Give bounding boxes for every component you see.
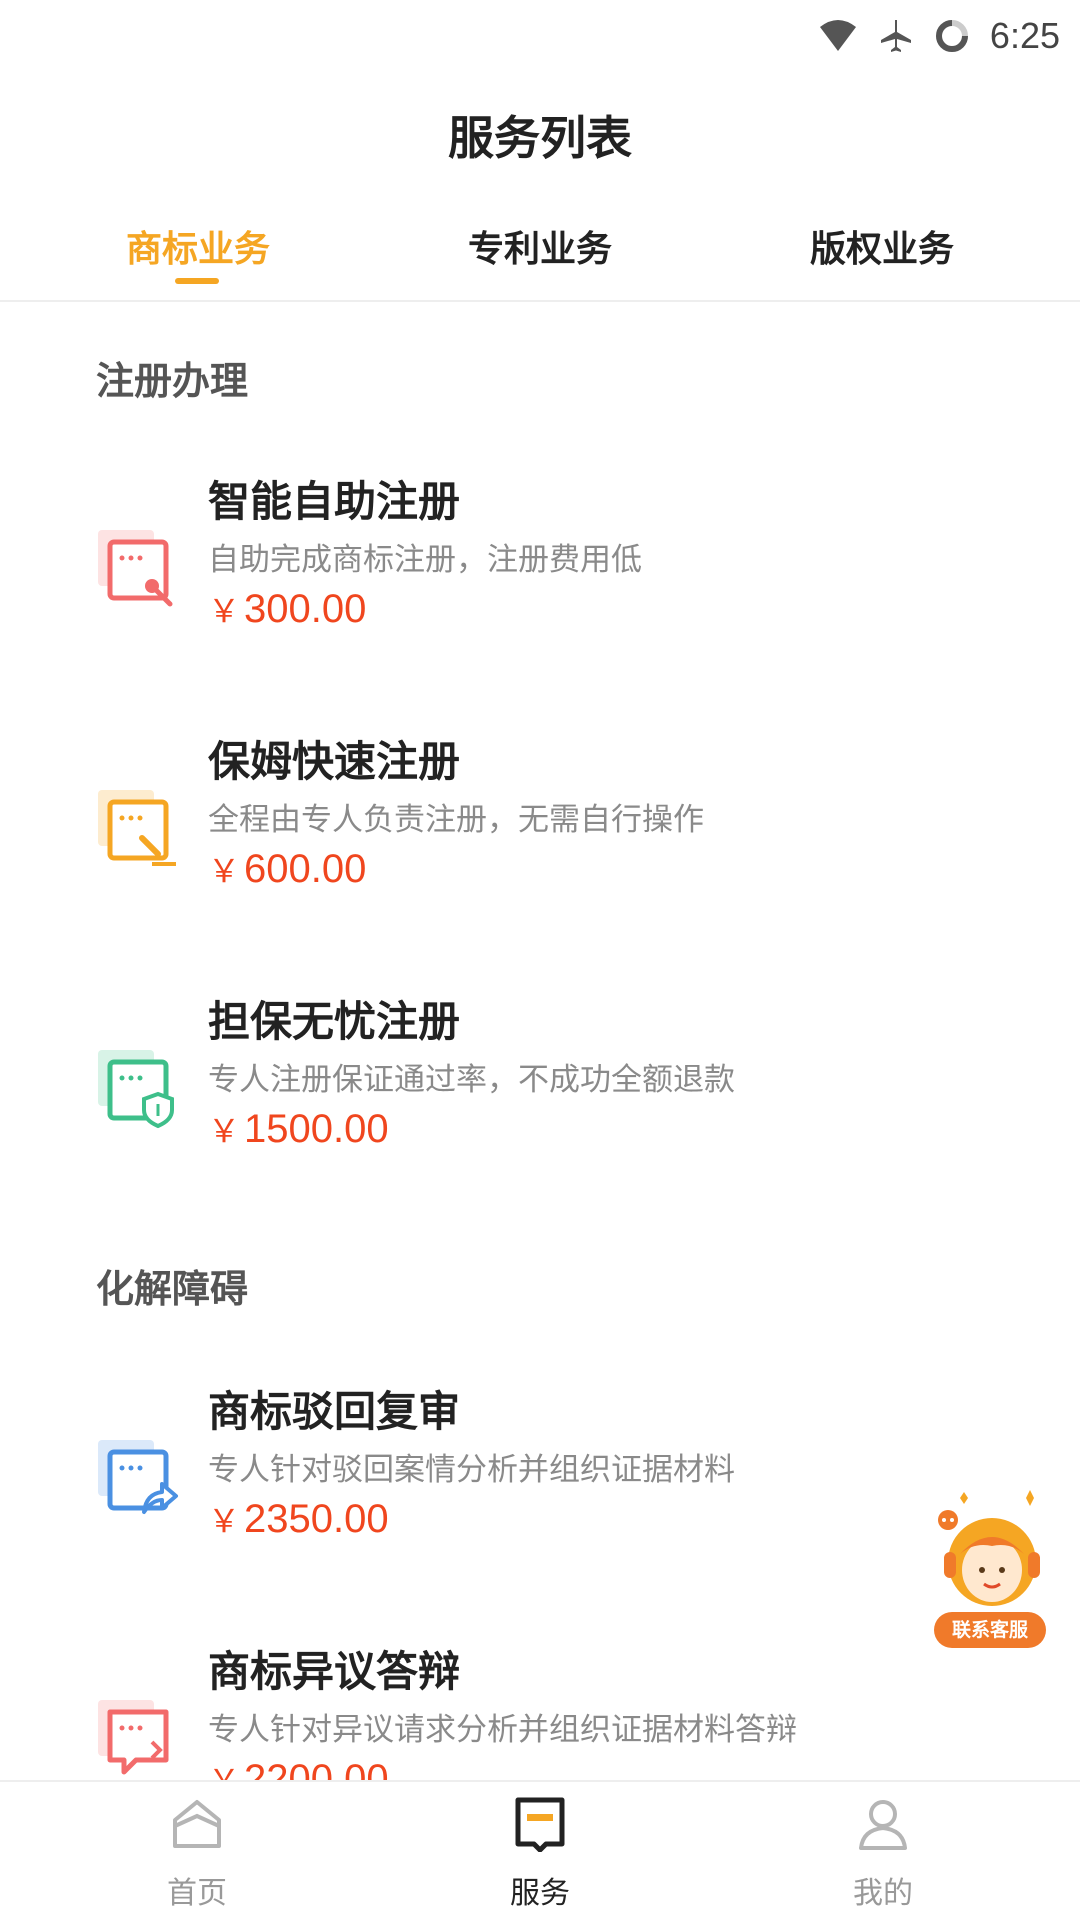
edit-document-icon [98, 790, 176, 866]
currency-symbol: ￥ [208, 1113, 241, 1149]
currency-symbol: ￥ [208, 593, 241, 629]
service-description: 专人针对异议请求分析并组织证据材料答辩 [208, 1712, 797, 1748]
service-description: 自助完成商标注册，注册费用低 [208, 542, 642, 578]
section-title-registration: 注册办理 [96, 359, 249, 403]
status-time: 6:25 [989, 15, 1060, 56]
service-title: 商标驳回复审 [208, 1387, 461, 1436]
section-title-obstacles: 化解障碍 [96, 1267, 249, 1311]
price-value: 2200.00 [244, 1757, 389, 1780]
price-value: 2350.00 [244, 1497, 389, 1541]
service-list: 注册办理 智能自助注册 自助完成商标注册，注册费用低 ￥ 300.00 保姆快速注… [0, 300, 1080, 1780]
search-document-icon [98, 530, 173, 607]
service-item-opposition-defense[interactable]: 商标异议答辩 专人针对异议请求分析并组织证据材料答辩 ￥2200.00 [0, 1638, 1080, 1780]
profile-icon [859, 1800, 907, 1850]
service-title: 保姆快速注册 [208, 737, 461, 786]
share-document-icon [98, 1440, 178, 1514]
chat-document-icon [98, 1700, 169, 1775]
nav-home-label: 首页 [167, 1876, 227, 1911]
service-description: 全程由专人负责注册，无需自行操作 [208, 802, 704, 838]
currency-symbol: ￥ [208, 1503, 241, 1539]
nav-service[interactable]: 服务 [440, 1796, 640, 1912]
bottom-navigation: 首页 服务 我的 [0, 1780, 1080, 1922]
price-value: 1500.00 [244, 1107, 389, 1151]
airplane-mode-icon [880, 20, 911, 52]
service-item-smart-registration[interactable]: 智能自助注册 自助完成商标注册，注册费用低 ￥ 300.00 [0, 468, 1080, 688]
shield-document-icon [98, 1050, 174, 1129]
nav-home[interactable]: 首页 [97, 1796, 297, 1912]
home-icon [173, 1800, 221, 1848]
service-icon [515, 1797, 565, 1853]
price-value: 600.00 [244, 847, 367, 891]
service-item-nanny-registration[interactable]: 保姆快速注册 全程由专人负责注册，无需自行操作 ￥ 600.00 [0, 728, 1080, 948]
tab-indicator [175, 278, 219, 284]
nav-profile[interactable]: 我的 [783, 1796, 983, 1912]
wifi-icon [819, 20, 856, 51]
customer-service-avatar-icon [938, 1490, 1040, 1606]
service-price: ￥2200.00 [208, 1756, 389, 1780]
service-price: ￥ 600.00 [208, 846, 366, 892]
customer-service-button[interactable]: 联系客服 [930, 1490, 1050, 1650]
page-title: 服务列表 [448, 111, 632, 165]
tab-patent[interactable]: 专利业务 [390, 220, 690, 272]
service-item-guarantee-registration[interactable]: 担保无忧注册 专人注册保证通过率，不成功全额退款 ￥ 1500.00 [0, 988, 1080, 1208]
customer-service-label: 联系客服 [934, 1612, 1046, 1648]
service-description: 专人注册保证通过率，不成功全额退款 [208, 1062, 735, 1098]
battery-icon [935, 20, 968, 52]
currency-symbol: ￥ [208, 1763, 240, 1780]
currency-symbol: ￥ [208, 853, 241, 889]
tab-trademark[interactable]: 商标业务 [48, 220, 348, 272]
service-title: 智能自助注册 [208, 477, 461, 526]
tab-bar: 商标业务 专利业务 版权业务 [0, 210, 1080, 302]
service-description: 专人针对驳回案情分析并组织证据材料 [208, 1452, 735, 1488]
service-title: 担保无忧注册 [208, 997, 461, 1046]
service-price: ￥ 300.00 [208, 586, 366, 632]
service-price: ￥ 2350.00 [208, 1496, 389, 1542]
status-bar: 6:25 [0, 0, 1080, 70]
price-value: 300.00 [244, 587, 367, 631]
service-price: ￥ 1500.00 [208, 1106, 389, 1152]
service-title: 商标异议答辩 [208, 1647, 461, 1696]
service-item-rejection-review[interactable]: 商标驳回复审 专人针对驳回案情分析并组织证据材料 ￥ 2350.00 [0, 1378, 1080, 1598]
tab-copyright[interactable]: 版权业务 [732, 220, 1032, 272]
nav-profile-label: 我的 [853, 1876, 913, 1911]
nav-service-label: 服务 [510, 1876, 570, 1911]
